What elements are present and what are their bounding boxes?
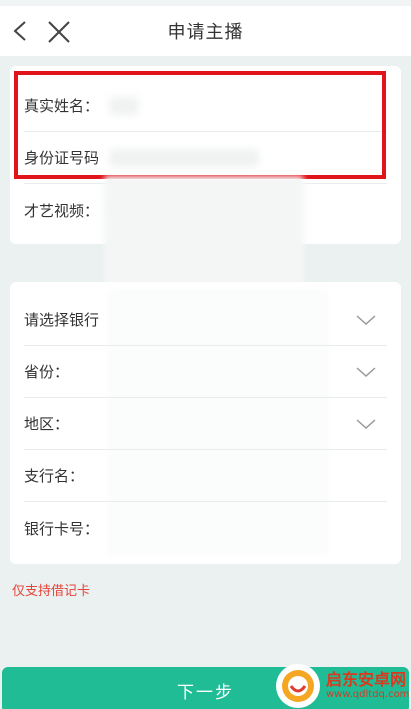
watermark-logo-icon — [276, 663, 320, 708]
card-number-label: 银行卡号： — [24, 519, 100, 538]
header: 申请主播 — [0, 6, 411, 56]
province-label: 省份： — [24, 363, 70, 381]
bank-select-row[interactable]: 请选择银行 — [24, 294, 387, 346]
chevron-left-icon[interactable] — [10, 20, 32, 42]
debit-card-notice: 仅支持借记卡 — [12, 584, 91, 599]
chevron-down-icon[interactable] — [355, 414, 377, 434]
page-title: 申请主播 — [167, 22, 244, 43]
branch-label: 支行名： — [24, 467, 85, 485]
chevron-down-icon[interactable] — [355, 362, 377, 382]
watermark-url: www.qdltdq.com — [326, 688, 410, 700]
redacted-area — [104, 176, 304, 296]
branch-row[interactable]: 支行名： — [24, 450, 387, 502]
bank-info-card: 请选择银行 省份： 地区： 支行名： 银行卡号： — [10, 282, 401, 564]
bank-label: 请选择银行 — [24, 311, 100, 329]
province-row[interactable]: 省份： — [24, 346, 387, 398]
watermark: 启东安卓网 www.qdltdq.com — [276, 662, 411, 709]
next-step-label: 下一步 — [177, 682, 234, 703]
region-row[interactable]: 地区： — [24, 398, 387, 450]
card-number-row[interactable]: 银行卡号： — [24, 502, 387, 554]
chevron-down-icon[interactable] — [355, 310, 377, 330]
talent-video-label: 才艺视频： — [24, 201, 100, 220]
highlight-box — [14, 71, 386, 179]
region-label: 地区： — [24, 415, 70, 433]
close-icon[interactable] — [46, 19, 72, 45]
watermark-title: 启东安卓网 — [326, 670, 407, 690]
